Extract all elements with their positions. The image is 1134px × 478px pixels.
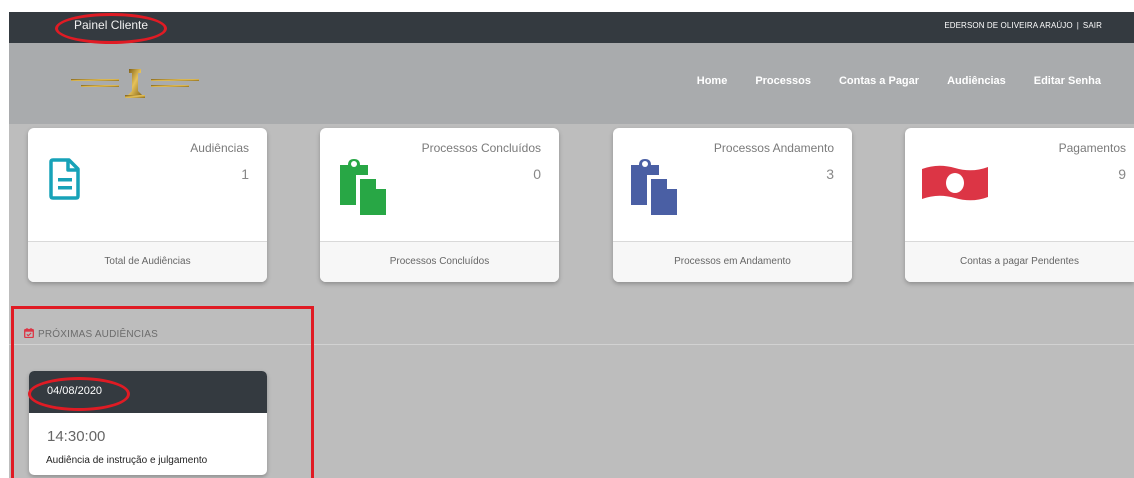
top-bar: Painel Cliente EDERSON DE OLIVEIRA ARAÚJ… [9,12,1134,43]
card-title: Processos Andamento [713,141,834,155]
card-value: 1 [241,166,249,182]
card-footer[interactable]: Total de Audiências [28,241,267,282]
stat-card-processos-concluidos[interactable]: Processos Concluídos 0 Processos Concluí… [320,128,559,282]
main-nav: Home Processos Contas a Pagar Audiências… [669,75,1101,87]
money-bill-icon [922,165,988,201]
app-window: Painel Cliente EDERSON DE OLIVEIRA ARAÚJ… [0,0,1134,478]
stat-card-processos-andamento[interactable]: Processos Andamento 3 Processos em Andam… [613,128,852,282]
clipboard-copy-icon [340,159,390,217]
user-box: EDERSON DE OLIVEIRA ARAÚJO | SAIR [944,21,1102,30]
card-value: 3 [826,166,834,182]
annotation-oval-date [28,377,130,411]
nav-item-contas-a-pagar[interactable]: Contas a Pagar [839,75,919,87]
card-footer[interactable]: Processos Concluídos [320,241,559,282]
annotation-oval-brand [55,13,167,44]
user-name[interactable]: EDERSON DE OLIVEIRA ARAÚJO [944,21,1072,30]
stat-card-audiencias[interactable]: Audiências 1 Total de Audiências [28,128,267,282]
card-title: Processos Concluídos [421,141,541,155]
document-icon [49,158,80,200]
card-value: 9 [1118,166,1126,182]
card-title: Audiências [190,141,249,155]
card-footer[interactable]: Contas a pagar Pendentes [905,241,1134,282]
logout-link[interactable]: SAIR [1083,21,1102,30]
logo-icon[interactable] [71,65,199,101]
card-title: Pagamentos [1058,141,1126,155]
card-footer[interactable]: Processos em Andamento [613,241,852,282]
stat-card-pagamentos[interactable]: Pagamentos 9 Contas a pagar Pendentes [905,128,1134,282]
user-separator: | [1076,21,1079,30]
nav-item-home[interactable]: Home [697,75,728,87]
nav-item-audiencias[interactable]: Audiências [947,75,1006,87]
nav-bar: Home Processos Contas a Pagar Audiências… [9,43,1134,124]
clipboard-copy-icon [631,159,681,217]
card-value: 0 [533,166,541,182]
nav-item-editar-senha[interactable]: Editar Senha [1034,75,1101,87]
nav-item-processos[interactable]: Processos [755,75,811,87]
